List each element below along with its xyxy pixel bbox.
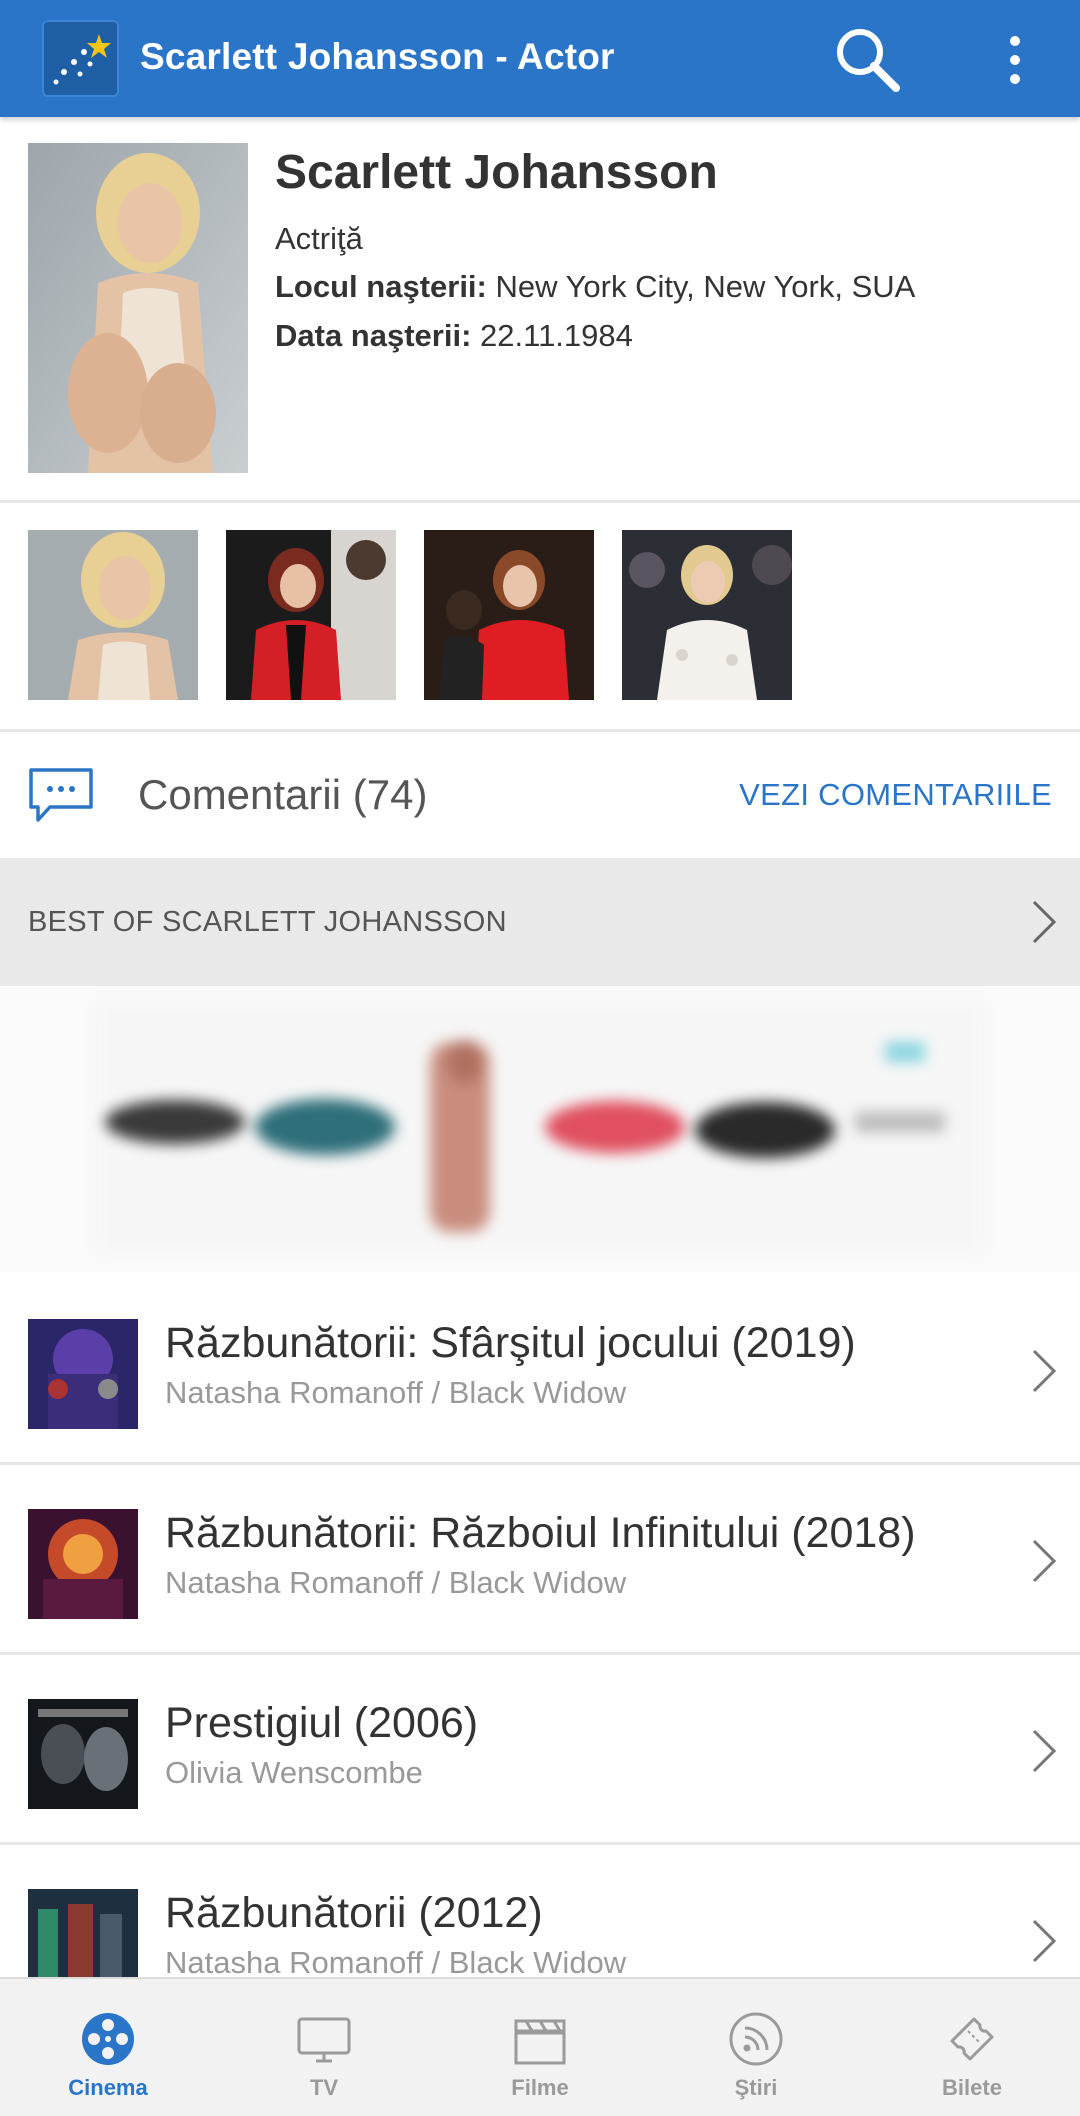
actor-profile: Scarlett Johansson Actriţă Locul naşteri… <box>0 117 1080 501</box>
birthdate-value: 22.11.1984 <box>480 318 633 353</box>
film-poster <box>28 1699 138 1809</box>
search-icon[interactable] <box>830 22 904 96</box>
nav-label: TV <box>309 2075 339 2100</box>
chevron-right-icon <box>1032 1919 1057 1963</box>
nav-label: Bilete <box>942 2075 1002 2100</box>
birthplace-label: Locul naşterii: <box>275 269 487 304</box>
film-poster <box>28 1319 138 1429</box>
actor-photo[interactable] <box>28 143 248 473</box>
chat-bubble-icon <box>28 767 94 823</box>
film-role: Natasha Romanoff / Black Widow <box>165 1565 627 1600</box>
overflow-menu-icon[interactable] <box>990 30 1040 90</box>
bottom-navigation: Cinema TV Filme Ştiri Bilete <box>0 1977 1080 2116</box>
nav-label: Filme <box>511 2075 569 2100</box>
ad-banner[interactable] <box>0 986 1080 1272</box>
best-of-label: BEST OF SCARLETT JOHANSSON <box>28 906 507 938</box>
film-title: Prestigiul (2006) <box>165 1699 479 1747</box>
top-app-bar: Scarlett Johansson - Actor <box>0 0 1080 117</box>
film-role: Natasha Romanoff / Black Widow <box>165 1945 627 1980</box>
film-role: Olivia Wenscombe <box>165 1755 423 1790</box>
app-title: Scarlett Johansson - Actor <box>140 36 615 77</box>
actor-name: Scarlett Johansson <box>275 146 718 199</box>
actor-role: Actriţă <box>275 221 363 256</box>
ticket-icon <box>950 2017 994 2061</box>
film-title: Răzbunătorii (2012) <box>165 1889 543 1937</box>
photo-gallery <box>0 503 1080 729</box>
clapperboard-icon <box>514 2019 566 2065</box>
film-title: Răzbunătorii: Sfârşitul jocului (2019) <box>165 1319 856 1367</box>
film-item[interactable]: Răzbunătorii: Sfârşitul jocului (2019) N… <box>0 1275 1080 1465</box>
best-of-row[interactable]: BEST OF SCARLETT JOHANSSON <box>0 858 1080 986</box>
gallery-photo[interactable] <box>622 530 792 700</box>
film-item[interactable]: Prestigiul (2006) Olivia Wenscombe <box>0 1655 1080 1845</box>
nav-stiri[interactable]: Ştiri <box>648 1979 864 2116</box>
chevron-right-icon <box>1032 1539 1057 1583</box>
nav-filme[interactable]: Filme <box>432 1979 648 2116</box>
chevron-right-icon <box>1032 1729 1057 1773</box>
film-item[interactable]: Răzbunătorii: Războiul Infinitului (2018… <box>0 1465 1080 1655</box>
film-title: Răzbunătorii: Războiul Infinitului (2018… <box>165 1509 916 1557</box>
birthdate-label: Data naşterii: <box>275 318 472 353</box>
nav-label: Ştiri <box>734 2075 778 2100</box>
gallery-photo[interactable] <box>28 530 198 700</box>
birthplace-value: New York City, New York, SUA <box>495 269 916 304</box>
nav-bilete[interactable]: Bilete <box>864 1979 1080 2116</box>
nav-tv[interactable]: TV <box>216 1979 432 2116</box>
gallery-photo[interactable] <box>226 530 396 700</box>
film-role: Natasha Romanoff / Black Widow <box>165 1375 627 1410</box>
comments-row[interactable]: Comentarii (74) VEZI COMENTARIILE <box>0 731 1080 857</box>
birthdate-row: Data naşterii: 22.11.1984 <box>275 318 633 354</box>
ad-image <box>95 1002 985 1252</box>
film-poster <box>28 1509 138 1619</box>
app-logo-icon[interactable] <box>42 20 119 97</box>
nav-label: Cinema <box>68 2075 148 2100</box>
tv-icon <box>297 2017 351 2063</box>
birthplace-row: Locul naşterii: New York City, New York,… <box>275 269 915 305</box>
chevron-right-icon <box>1032 900 1057 944</box>
rss-icon <box>729 2012 783 2066</box>
gallery-photo[interactable] <box>424 530 594 700</box>
view-comments-link[interactable]: VEZI COMENTARIILE <box>739 777 1052 813</box>
comments-count-label: Comentarii (74) <box>138 771 428 818</box>
nav-cinema[interactable]: Cinema <box>0 1979 216 2116</box>
chevron-right-icon <box>1032 1349 1057 1393</box>
film-reel-icon <box>82 2013 134 2065</box>
